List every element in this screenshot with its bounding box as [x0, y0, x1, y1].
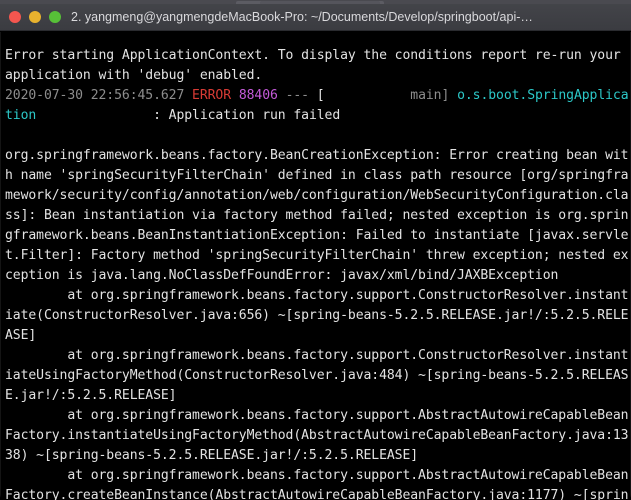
terminal-text-segment: : Application run failed: [36, 108, 341, 123]
terminal-text-segment: gframework.beans.BeanInstantiationExcept…: [5, 228, 629, 243]
terminal-line: Error starting ApplicationContext. To di…: [5, 46, 631, 66]
terminal-text-segment: Error starting ApplicationContext. To di…: [5, 48, 621, 63]
terminal-line: gframework.beans.BeanInstantiationExcept…: [5, 226, 631, 246]
terminal-text-segment: ---: [285, 88, 309, 103]
terminal-line: ASE]: [5, 326, 631, 346]
terminal-line: at org.springframework.beans.factory.sup…: [5, 346, 631, 366]
terminal-window: 2. yangmeng@yangmengdeMacBook-Pro: ~/Doc…: [0, 0, 631, 500]
terminal-text-segment: 38) ~[spring-beans-5.2.5.RELEASE.jar!/:5…: [5, 448, 419, 463]
terminal-text-segment: mework/security/config/annotation/web/co…: [5, 188, 629, 203]
terminal-line: ception is java.lang.NoClassDefFoundErro…: [5, 266, 631, 286]
terminal-left-edge: [0, 32, 1, 500]
terminal-line: iate(ConstructorResolver.java:656) ~[spr…: [5, 306, 631, 326]
terminal-text-segment: ss]: Bean instantiation via factory meth…: [5, 208, 629, 223]
terminal-line: application with 'debug' enabled.: [5, 66, 631, 86]
terminal-text-segment: t.Filter]: Factory method 'springSecurit…: [5, 248, 629, 263]
minimize-button-icon[interactable]: [29, 11, 41, 23]
terminal-text-segment: at org.springframework.beans.factory.sup…: [5, 348, 629, 363]
close-button-icon[interactable]: [9, 11, 21, 23]
terminal-line: Factory.createBeanInstance(AbstractAutow…: [5, 486, 631, 500]
terminal-line: iateUsingFactoryMethod(ConstructorResolv…: [5, 366, 631, 386]
terminal-line: h name 'springSecurityFilterChain' defin…: [5, 166, 631, 186]
terminal-text-segment: iateUsingFactoryMethod(ConstructorResolv…: [5, 368, 629, 383]
terminal-line: t.Filter]: Factory method 'springSecurit…: [5, 246, 631, 266]
terminal-line: at org.springframework.beans.factory.sup…: [5, 466, 631, 486]
terminal-text-segment: tion: [5, 108, 37, 123]
terminal-text-segment: o.s.boot.SpringApplica: [457, 88, 629, 103]
terminal-line: Factory.instantiateUsingFactoryMethod(Ab…: [5, 426, 631, 446]
terminal-text-segment: ERROR: [192, 88, 232, 103]
terminal-text-segment: [: [316, 88, 325, 103]
terminal-text-segment: 88406: [238, 88, 278, 103]
terminal-line: at org.springframework.beans.factory.sup…: [5, 406, 631, 426]
terminal-text-segment: 2020-07-30 22:56:45.627: [5, 88, 193, 103]
terminal-line: tion : Application run failed: [5, 106, 631, 126]
terminal-text-segment: ASE]: [5, 328, 37, 343]
terminal-text-segment: h name 'springSecurityFilterChain' defin…: [5, 168, 629, 183]
terminal-line: mework/security/config/annotation/web/co…: [5, 186, 631, 206]
terminal-text-segment: Factory.createBeanInstance(AbstractAutow…: [5, 488, 629, 500]
terminal-text-segment: application with 'debug' enabled.: [5, 68, 263, 83]
terminal-text-segment: Factory.instantiateUsingFactoryMethod(Ab…: [5, 428, 629, 443]
window-titlebar[interactable]: 2. yangmeng@yangmengdeMacBook-Pro: ~/Doc…: [0, 4, 631, 31]
terminal-line: E.jar!/:5.2.5.RELEASE]: [5, 386, 631, 406]
terminal-text-segment: at org.springframework.beans.factory.sup…: [5, 288, 629, 303]
terminal-text-segment: ception is java.lang.NoClassDefFoundErro…: [5, 268, 559, 283]
window-title: 2. yangmeng@yangmengdeMacBook-Pro: ~/Doc…: [71, 9, 533, 24]
terminal-text-segment: org.springframework.beans.factory.BeanCr…: [5, 148, 629, 163]
maximize-button-icon[interactable]: [49, 11, 61, 23]
terminal-output[interactable]: Error starting ApplicationContext. To di…: [0, 32, 631, 500]
terminal-line: ss]: Bean instantiation via factory meth…: [5, 206, 631, 226]
terminal-text-segment: at org.springframework.beans.factory.sup…: [5, 468, 629, 483]
terminal-text-segment: iate(ConstructorResolver.java:656) ~[spr…: [5, 308, 629, 323]
terminal-text-segment: E.jar!/:5.2.5.RELEASE]: [5, 388, 177, 403]
terminal-text-segment: at org.springframework.beans.factory.sup…: [5, 408, 629, 423]
terminal-line: at org.springframework.beans.factory.sup…: [5, 286, 631, 306]
terminal-line: 38) ~[spring-beans-5.2.5.RELEASE.jar!/:5…: [5, 446, 631, 466]
terminal-line: org.springframework.beans.factory.BeanCr…: [5, 146, 631, 166]
terminal-text-segment: main]: [324, 88, 450, 103]
window-controls: [0, 11, 61, 23]
terminal-line: 2020-07-30 22:56:45.627 ERROR 88406 --- …: [5, 86, 631, 106]
